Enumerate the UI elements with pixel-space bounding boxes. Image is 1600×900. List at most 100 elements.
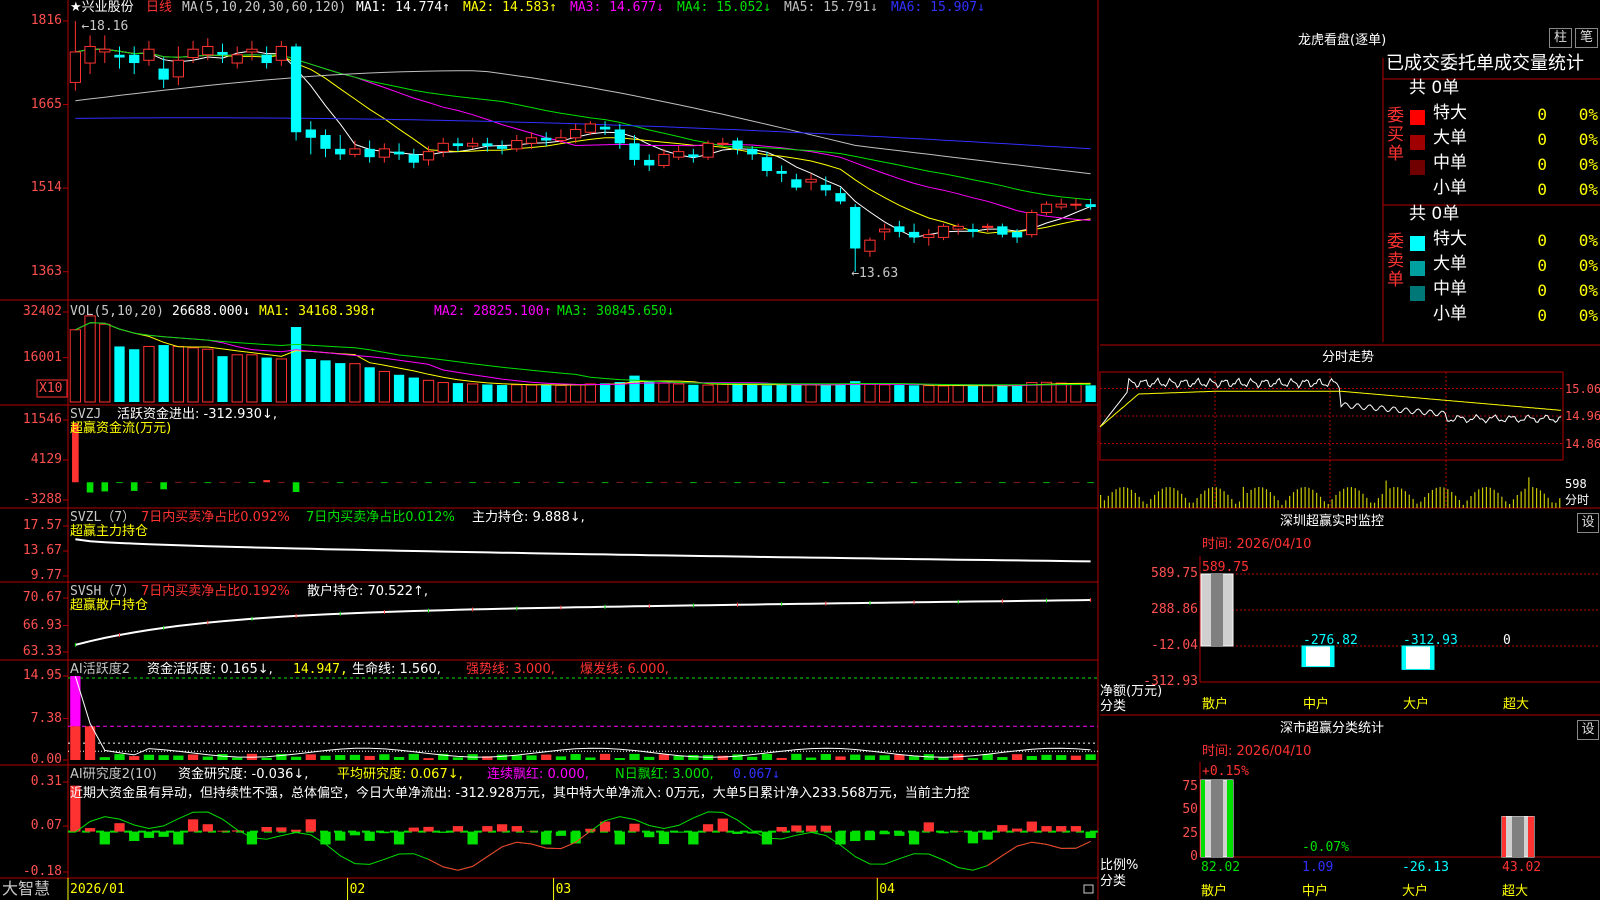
candle-body <box>290 46 302 133</box>
flow-bar <box>631 481 638 483</box>
activity-bar <box>629 753 640 760</box>
fenshi-volume-bar <box>1505 501 1507 508</box>
svsh-item-2: 散户持仓: 70.522↑, <box>307 584 429 599</box>
fenshi-volume-bar <box>1458 500 1461 508</box>
ssfl-bar-edge <box>1528 816 1534 857</box>
chart-canvas[interactable] <box>0 0 1600 900</box>
research-bar <box>261 827 272 832</box>
fenshi-volume-bar <box>1296 489 1298 508</box>
ssfl-bar-core <box>1211 780 1223 857</box>
fenshi-volume-bar <box>1501 496 1503 508</box>
szjk-ylabel: 净额(万元) <box>1100 684 1163 699</box>
sell-row-pct: 0% <box>1578 256 1598 275</box>
svzl-item-2: 7日内买卖净占比0.012% <box>306 510 455 525</box>
flow-bar <box>587 481 594 483</box>
candle-body <box>688 154 699 158</box>
fenshi-volume-bar <box>1524 488 1526 508</box>
y-tick-label: -3288 <box>22 492 62 507</box>
fenshi-price-label: 14.86 <box>1565 436 1600 451</box>
high-marker-label: ←18.16 <box>81 18 129 34</box>
fenshi-volume-bar <box>1539 490 1542 508</box>
candle-body <box>422 151 435 161</box>
bar-mode-button[interactable]: 柱 <box>1549 28 1572 48</box>
tick-mode-button[interactable]: 笔 <box>1575 28 1598 48</box>
activity-bar <box>908 756 920 760</box>
flow-bar <box>984 481 991 483</box>
aihy-item-1: 资金活跃度: 0.165↓, <box>147 662 273 677</box>
aiyj-item-4: N日飘红: 3.000, <box>615 767 714 782</box>
ma-value-4: MA4: 15.052↓ <box>677 0 771 15</box>
research-bar <box>776 827 787 832</box>
flow-bar <box>101 482 109 492</box>
flow-bar <box>498 481 506 483</box>
flow-bar <box>130 482 138 491</box>
flow-bar <box>910 482 918 484</box>
szjk-settings-button[interactable]: 设 <box>1577 513 1599 533</box>
candle-body <box>761 157 773 171</box>
research-bar <box>511 826 522 832</box>
x-axis-label: 04 <box>879 882 895 897</box>
ssfl-bar-value: 43.02 <box>1502 860 1542 875</box>
fenshi-volume-bar <box>1470 495 1472 508</box>
volume-bar <box>614 382 625 402</box>
flow-bar <box>366 481 373 483</box>
candle-body <box>393 151 405 155</box>
fenshi-volume-bar <box>1289 495 1291 508</box>
activity-bar <box>791 753 802 760</box>
svsh-item-1: 7日内买卖净占比0.192% <box>141 584 290 599</box>
period-label[interactable]: 日线 <box>146 0 172 15</box>
activity-bar <box>585 757 596 760</box>
research-bar <box>1085 831 1096 839</box>
vol-ma-line-3 <box>75 322 1091 386</box>
activity-bar <box>1026 755 1037 760</box>
y-tick-label: 14.95 <box>22 668 62 683</box>
volume-bar <box>952 385 964 403</box>
candle-body <box>644 159 655 166</box>
research-bar <box>526 831 537 832</box>
svzl-title: SVZL（7） <box>70 510 136 525</box>
ssfl-settings-button[interactable]: 设 <box>1577 720 1599 740</box>
activity-bar <box>393 756 405 760</box>
flow-bar <box>704 481 712 483</box>
volume-bar <box>452 383 464 402</box>
y-tick-label: 1514 <box>30 180 62 196</box>
ssfl-bar-edge <box>1201 780 1205 857</box>
activity-bar <box>496 754 508 760</box>
volume-bar <box>275 358 288 403</box>
candle-body <box>541 137 552 141</box>
buy-row-name: 中单 <box>1433 153 1467 173</box>
flow-bar <box>322 481 329 483</box>
vol-ma-value-3: MA3: 30845.650↓ <box>557 304 675 319</box>
szjk-y-label: 288.86 <box>1151 601 1198 617</box>
vol-value: 26688.000↓ <box>172 304 251 319</box>
fenshi-volume-bar <box>1312 489 1314 508</box>
fenshi-volume-bar <box>1111 492 1113 508</box>
activity-bar <box>658 754 670 760</box>
candle-body <box>217 51 228 55</box>
candle-body <box>99 48 111 53</box>
candle-body <box>187 48 199 59</box>
activity-bar <box>84 726 96 760</box>
flow-bar <box>307 481 315 483</box>
candle-body <box>908 231 920 238</box>
research-bar <box>629 823 640 832</box>
sell-row-name: 小单 <box>1433 304 1467 324</box>
svsh-subtitle: 超赢散户持仓 <box>70 598 149 613</box>
volume-bar <box>584 383 597 403</box>
flow-bar <box>925 481 933 483</box>
szjk-bar-edge <box>1430 646 1434 670</box>
candle-body <box>335 148 346 155</box>
research-bar <box>555 831 567 836</box>
fenshi-vol-label: 598 <box>1565 477 1587 491</box>
y-tick-label: 17.57 <box>22 518 62 533</box>
activity-bar <box>1056 755 1067 760</box>
szjk-bar <box>1301 645 1335 668</box>
vol-title: VOL(5,10,20) <box>70 304 164 319</box>
volume-bar <box>658 382 670 403</box>
fenshi-volume-bar <box>1439 487 1441 508</box>
candle-body <box>658 153 670 166</box>
ssfl-category: 散户 <box>1201 884 1228 899</box>
candle-body <box>84 45 96 64</box>
candle-body <box>496 146 508 149</box>
y-tick-label: 0.31 <box>30 774 62 789</box>
